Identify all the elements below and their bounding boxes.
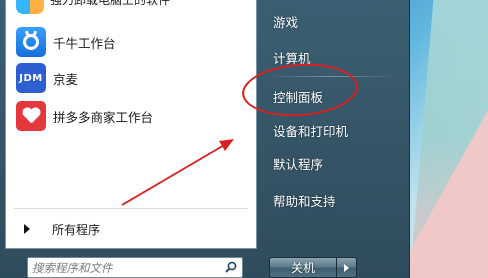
annotation-arrow: [121, 139, 234, 206]
